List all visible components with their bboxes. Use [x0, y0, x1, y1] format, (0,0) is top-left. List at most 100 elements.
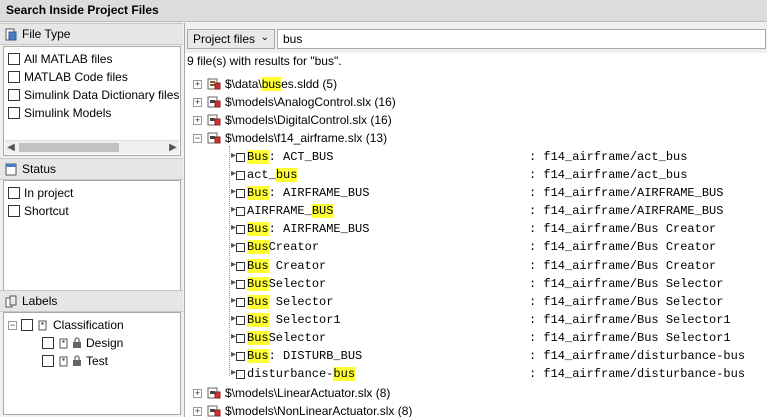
search-input[interactable]: [277, 29, 766, 49]
match-location: : f14_airframe/Bus Selector1: [529, 312, 731, 327]
match-location: : f14_airframe/act_bus: [529, 149, 688, 164]
labels-title: Labels: [22, 294, 58, 308]
match-text-part: Selector1: [268, 312, 341, 327]
labels-header[interactable]: Labels: [0, 290, 183, 312]
result-file-row[interactable]: + $\models\DigitalControl.slx (16): [185, 111, 765, 129]
checkbox[interactable]: [8, 71, 20, 83]
match-location: : f14_airframe/Bus Selector: [529, 294, 724, 309]
result-file-row[interactable]: + $\data\buses.sldd (5): [185, 75, 765, 93]
scroll-left-icon[interactable]: ◀: [5, 142, 17, 154]
labels-tree: − Classification Design Test: [3, 312, 181, 415]
match-location: : f14_airframe/AIRFRAME_BUS: [529, 204, 724, 219]
block-icon: [236, 297, 245, 307]
search-highlight: Bus: [247, 331, 269, 346]
result-file-row[interactable]: + $\models\AnalogControl.slx (16): [185, 93, 765, 111]
match-location: : f14_airframe/disturbance-bus: [529, 349, 746, 364]
block-icon: [236, 152, 245, 162]
search-highlight: Bus: [247, 258, 269, 273]
file-type-title: File Type: [22, 27, 71, 41]
match-row[interactable]: ▸ Bus: DISTURB_BUS: f14_airframe/disturba…: [185, 347, 765, 365]
lock-icon: [73, 355, 81, 366]
status-list: In project Shortcut: [3, 180, 181, 294]
label-option[interactable]: Test: [42, 353, 108, 371]
file-type-option[interactable]: All MATLAB files: [8, 51, 112, 69]
file-name-text: $\models\LinearActuator.slx (8): [225, 385, 391, 400]
search-highlight: Bus: [247, 222, 269, 237]
expand-icon[interactable]: +: [193, 116, 202, 126]
file-name-text: es.sldd (5): [281, 77, 338, 91]
match-text: Bus: AIRFRAME_BUS: [247, 220, 369, 238]
horizontal-scrollbar[interactable]: ◀ ▶: [5, 140, 179, 154]
match-row[interactable]: ▸ act_bus: f14_airframe/act_bus: [185, 166, 765, 184]
result-file-row[interactable]: + $\models\LinearActuator.slx (8): [185, 384, 765, 402]
match-row[interactable]: ▸ BusCreator: f14_airframe/Bus Creator: [185, 238, 765, 256]
checkbox[interactable]: [8, 107, 20, 119]
file-type-header[interactable]: File Type: [0, 23, 183, 45]
block-icon: [236, 334, 245, 344]
status-option[interactable]: In project: [8, 185, 73, 203]
checkbox[interactable]: [21, 319, 33, 331]
match-row[interactable]: ▸ Bus: AIRFRAME_BUS: f14_airframe/AIRFRAM…: [185, 184, 765, 202]
file-type-option[interactable]: MATLAB Code files: [8, 69, 128, 87]
result-file-name: $\models\DigitalControl.slx (16): [225, 111, 392, 129]
chevron-down-icon: ⌄: [260, 32, 269, 43]
match-row[interactable]: ▸ Bus: AIRFRAME_BUS: f14_airframe/Bus Cre…: [185, 220, 765, 238]
checkbox[interactable]: [42, 337, 54, 349]
status-option[interactable]: Shortcut: [8, 203, 69, 221]
collapse-icon[interactable]: −: [193, 134, 202, 144]
match-location: : f14_airframe/Bus Selector: [529, 276, 724, 291]
label-tag-icon: [38, 320, 47, 331]
match-text: Bus Selector: [247, 293, 333, 311]
expand-icon[interactable]: +: [193, 406, 202, 416]
match-text: Bus: DISTURB_BUS: [247, 347, 362, 365]
match-text: Bus Selector1: [247, 311, 341, 329]
expand-icon[interactable]: +: [193, 388, 202, 398]
search-highlight: BUS: [311, 204, 334, 219]
result-file-row[interactable]: + $\models\NonLinearActuator.slx (8): [185, 402, 765, 417]
match-location: : f14_airframe/Bus Creator: [529, 258, 717, 273]
match-row[interactable]: ▸ AIRFRAME_BUS: f14_airframe/AIRFRAME_BUS: [185, 202, 765, 220]
match-row[interactable]: ▸ disturbance-bus: f14_airframe/disturban…: [185, 365, 765, 383]
match-row[interactable]: ▸ BusSelector: f14_airframe/Bus Selector1: [185, 329, 765, 347]
match-location: : f14_airframe/disturbance-bus: [529, 367, 746, 382]
expand-icon[interactable]: +: [193, 80, 202, 89]
collapse-icon[interactable]: −: [8, 321, 17, 330]
match-text-part: disturbance-: [247, 367, 334, 382]
scope-dropdown[interactable]: Project files ⌄: [187, 29, 275, 49]
checkbox[interactable]: [8, 89, 20, 101]
match-row[interactable]: ▸ Bus Selector1: f14_airframe/Bus Selecto…: [185, 311, 765, 329]
search-highlight: Bus: [247, 294, 269, 309]
scroll-right-icon[interactable]: ▶: [167, 142, 179, 154]
match-row[interactable]: ▸ Bus Selector: f14_airframe/Bus Selector: [185, 293, 765, 311]
file-name-text: $\models\f14_airframe.slx (13): [225, 131, 388, 146]
file-type-option[interactable]: Simulink Models: [8, 105, 111, 123]
result-file-row[interactable]: − $\models\f14_airframe.slx (13): [185, 129, 765, 147]
label-category-row[interactable]: − Classification: [8, 317, 124, 335]
checkbox[interactable]: [8, 187, 20, 199]
expand-icon[interactable]: +: [193, 98, 202, 108]
checkbox[interactable]: [8, 205, 20, 217]
match-row[interactable]: ▸ BusSelector: f14_airframe/Bus Selector: [185, 275, 765, 293]
match-row[interactable]: ▸ Bus: ACT_BUS: f14_airframe/act_bus: [185, 148, 765, 166]
checkbox[interactable]: [8, 53, 20, 65]
block-icon: [236, 207, 245, 217]
match-text: BusSelector: [247, 329, 326, 347]
file-type-option[interactable]: Simulink Data Dictionary files: [8, 87, 179, 105]
block-icon: [236, 370, 245, 380]
match-text-part: : ACT_BUS: [268, 149, 334, 164]
result-file-name: $\models\NonLinearActuator.slx (8): [225, 402, 412, 417]
search-highlight: Bus: [247, 185, 269, 200]
search-highlight: bus: [275, 167, 298, 182]
label-tag-icon: [59, 338, 68, 349]
label-option[interactable]: Design: [42, 335, 123, 353]
match-row[interactable]: ▸ Bus Creator: f14_airframe/Bus Creator: [185, 257, 765, 275]
status-title: Status: [22, 162, 57, 176]
match-text-part: : DISTURB_BUS: [268, 349, 363, 364]
search-highlight: Bus: [247, 276, 269, 291]
status-header[interactable]: Status: [0, 158, 183, 180]
match-location: : f14_airframe/Bus Creator: [529, 222, 717, 237]
file-type-list: All MATLAB files MATLAB Code files Simul…: [3, 46, 181, 156]
checkbox[interactable]: [42, 355, 54, 367]
file-name-text: $\data\: [225, 77, 262, 91]
scroll-thumb[interactable]: [19, 143, 119, 152]
